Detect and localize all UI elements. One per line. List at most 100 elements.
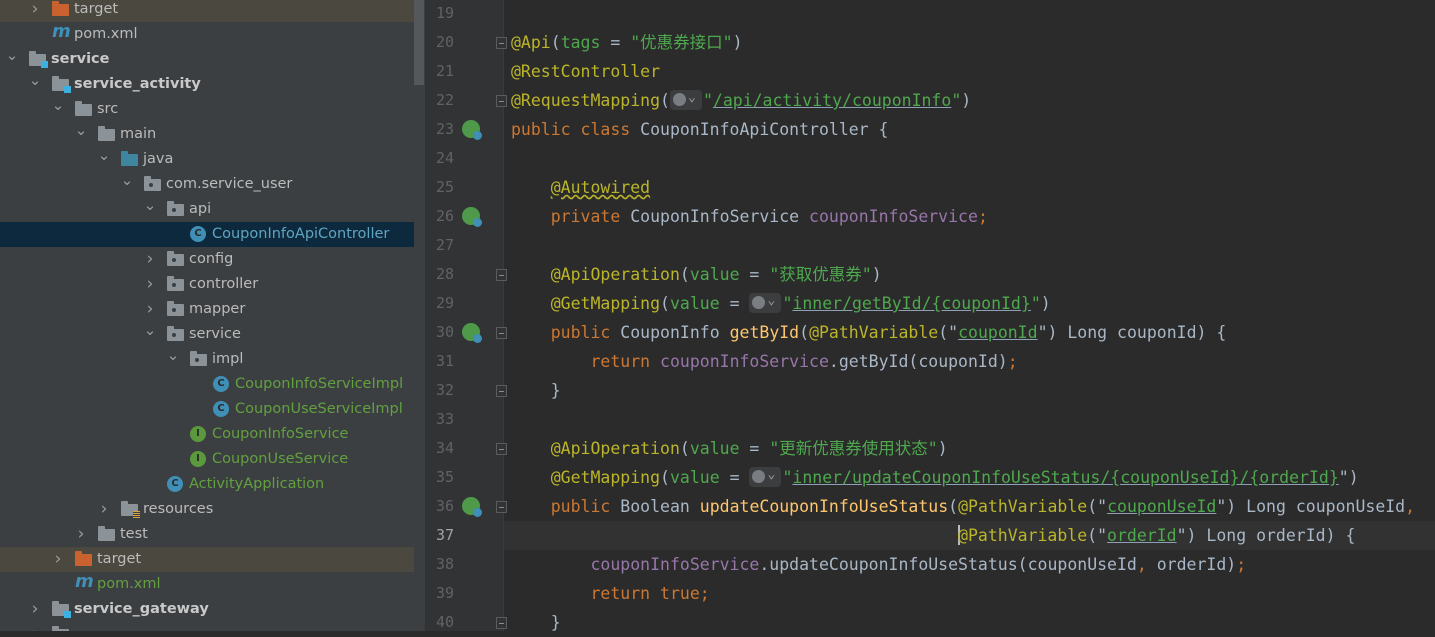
line-number: 28 <box>435 265 454 283</box>
chevron-right-icon[interactable]: › <box>28 0 42 22</box>
tree-item[interactable]: m pom.xml <box>0 572 414 597</box>
code-token: ( <box>948 497 959 516</box>
sidebar-scrollbar[interactable] <box>414 0 424 85</box>
tree-item[interactable]: ⌄ com.service_user <box>0 171 414 197</box>
tree-item-label: CouponInfoService <box>212 426 349 442</box>
globe-dropdown-icon[interactable] <box>749 460 782 489</box>
chevron-right-icon[interactable]: › <box>28 622 42 631</box>
code-token: return <box>590 352 661 371</box>
code-token: couponId <box>958 323 1038 342</box>
line-number: 29 <box>435 294 454 312</box>
chevron-down-icon[interactable]: ⌄ <box>5 43 19 68</box>
tree-item-label: service <box>51 51 110 67</box>
folder-icon <box>75 101 92 116</box>
tree-item[interactable]: ⌄ java <box>0 146 414 172</box>
code-token: value <box>689 265 740 284</box>
chevron-down-icon[interactable]: ⌄ <box>143 318 157 343</box>
tree-item[interactable]: C CouponInfoApiController <box>0 222 414 247</box>
tree-item[interactable]: ⌄ src <box>0 96 414 122</box>
tree-item[interactable]: › <box>0 622 414 631</box>
code-token: " <box>702 91 713 110</box>
tree-item[interactable]: ⌄ service <box>0 46 414 72</box>
line-number: 27 <box>435 236 454 254</box>
code-token: ") Long orderId) { <box>1176 526 1356 545</box>
tree-item[interactable]: › target <box>0 0 414 22</box>
tree-item[interactable]: I CouponInfoService <box>0 422 414 447</box>
web-endpoint-icon[interactable] <box>462 323 482 343</box>
class-icon: C <box>190 226 206 242</box>
tree-item[interactable]: I CouponUseService <box>0 447 414 472</box>
chevron-down-icon[interactable]: ⌄ <box>97 143 111 168</box>
code-token: } <box>511 613 561 632</box>
folder-orange-icon <box>75 551 92 566</box>
line-number: 39 <box>435 584 454 602</box>
line-number: 21 <box>435 62 454 80</box>
code-token: " <box>782 468 793 487</box>
code-token: @Api <box>511 33 551 52</box>
tree-item[interactable]: › config <box>0 247 414 272</box>
chevron-down-icon[interactable]: ⌄ <box>143 193 157 218</box>
line-number: 24 <box>435 149 454 167</box>
tree-item[interactable]: › mapper <box>0 297 414 322</box>
code-token: @RestController <box>511 62 661 81</box>
code-token: = <box>719 468 750 487</box>
chevron-down-icon[interactable]: ⌄ <box>166 343 180 368</box>
code-line: @Autowired <box>504 173 1435 202</box>
chevron-right-icon[interactable]: › <box>143 247 157 272</box>
code-token: "更新优惠券使用状态" <box>769 439 938 458</box>
tree-item[interactable]: C CouponUseServiceImpl <box>0 397 414 422</box>
web-endpoint-icon[interactable] <box>462 497 482 517</box>
tree-item[interactable]: m pom.xml <box>0 22 414 47</box>
chevron-right-icon[interactable]: › <box>143 272 157 297</box>
interface-icon: I <box>190 426 206 442</box>
code-token: = <box>719 294 750 313</box>
tree-item[interactable]: ⌄ service <box>0 321 414 347</box>
tree-item[interactable]: ⌄ api <box>0 196 414 222</box>
spring-bean-icon[interactable] <box>462 207 482 227</box>
code-token: = <box>600 33 631 52</box>
tree-item-label: mapper <box>189 301 246 317</box>
tree-item[interactable]: › target <box>0 547 414 572</box>
tree-item[interactable]: ⌄ main <box>0 121 414 147</box>
spring-bean-icon[interactable] <box>462 120 482 140</box>
tree-item[interactable]: C ActivityApplication <box>0 472 414 497</box>
tree-item[interactable]: C CouponInfoServiceImpl <box>0 372 414 397</box>
code-token: private <box>550 207 631 226</box>
chevron-down-icon[interactable]: ⌄ <box>28 68 42 93</box>
chevron-down-icon[interactable]: ⌄ <box>120 168 134 193</box>
code-token: ") Long couponId) { <box>1037 323 1227 342</box>
tree-item-label: main <box>120 126 157 142</box>
code-token: couponInfoService <box>590 555 760 574</box>
tree-item-label: pom.xml <box>74 26 138 42</box>
line-number: 20 <box>435 33 454 51</box>
tree-item-label: ActivityApplication <box>189 476 325 492</box>
chevron-right-icon[interactable]: › <box>51 547 65 572</box>
tree-item-label: target <box>74 1 119 17</box>
globe-dropdown-icon[interactable] <box>669 83 702 112</box>
tree-item[interactable]: › service_gateway <box>0 597 414 622</box>
code-token: CouponInfoService <box>630 207 810 226</box>
chevron-down-icon[interactable]: ⌄ <box>51 93 65 118</box>
globe-dropdown-icon[interactable] <box>749 286 782 315</box>
tree-item-label: CouponInfoServiceImpl <box>235 376 404 392</box>
line-number: 40 <box>435 613 454 631</box>
tree-item[interactable]: ⌄ impl <box>0 346 414 372</box>
code-token: ( <box>660 468 670 487</box>
tree-item[interactable]: › resources <box>0 497 414 522</box>
code-token: orderId <box>1107 526 1177 545</box>
line-number: 32 <box>435 381 454 399</box>
chevron-right-icon[interactable]: › <box>74 522 88 547</box>
chevron-right-icon[interactable]: › <box>97 497 111 522</box>
chevron-right-icon[interactable]: › <box>28 597 42 622</box>
code-token: "获取优惠券" <box>769 265 872 284</box>
tree-item[interactable]: › controller <box>0 272 414 297</box>
chevron-down-icon[interactable]: ⌄ <box>74 118 88 143</box>
tree-item[interactable]: › test <box>0 522 414 547</box>
tree-item-label: CouponUseServiceImpl <box>235 401 403 417</box>
code-token: public <box>550 323 621 342</box>
